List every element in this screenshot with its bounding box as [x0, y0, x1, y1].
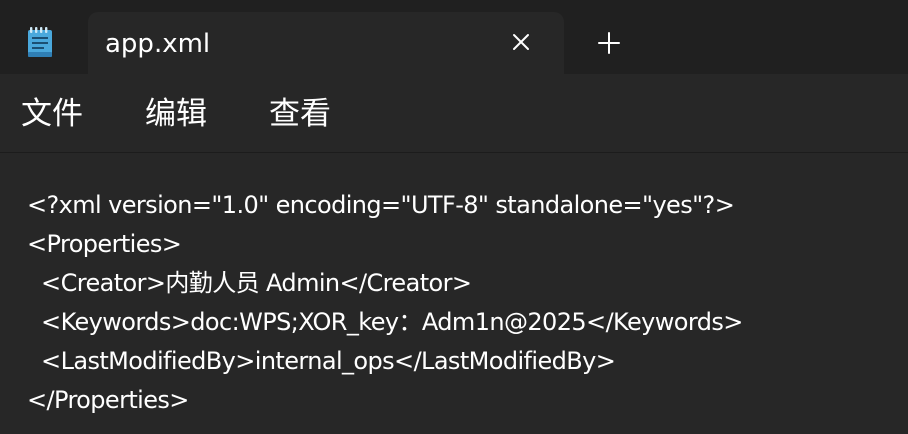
menu-view[interactable]: 查看	[269, 94, 331, 134]
notepad-window: app.xml 文件 编辑 查看 <?xml version="1.0" enc…	[0, 0, 908, 434]
code-line: <LastModifiedBy>internal_ops</LastModifi…	[27, 347, 616, 375]
code-line: <Keywords>doc:WPS;XOR_key：Adm1n@2025</Ke…	[27, 308, 743, 336]
code-line: <Creator>内勤人员 Admin</Creator>	[27, 269, 472, 297]
text-editor[interactable]: <?xml version="1.0" encoding="UTF-8" sta…	[0, 153, 908, 434]
menu-file[interactable]: 文件	[21, 94, 83, 134]
close-icon[interactable]	[508, 29, 534, 55]
code-line: <Properties>	[27, 230, 182, 258]
menu-edit[interactable]: 编辑	[145, 94, 207, 134]
menu-bar: 文件 编辑 查看	[0, 74, 908, 153]
plus-icon[interactable]	[596, 30, 622, 56]
tab-bar: app.xml	[0, 0, 908, 74]
code-line: </Properties>	[27, 386, 189, 414]
tab-title: app.xml	[105, 29, 211, 59]
code-line: <?xml version="1.0" encoding="UTF-8" sta…	[27, 191, 735, 219]
notepad-icon	[27, 26, 53, 58]
tab-app-xml[interactable]: app.xml	[88, 12, 564, 74]
